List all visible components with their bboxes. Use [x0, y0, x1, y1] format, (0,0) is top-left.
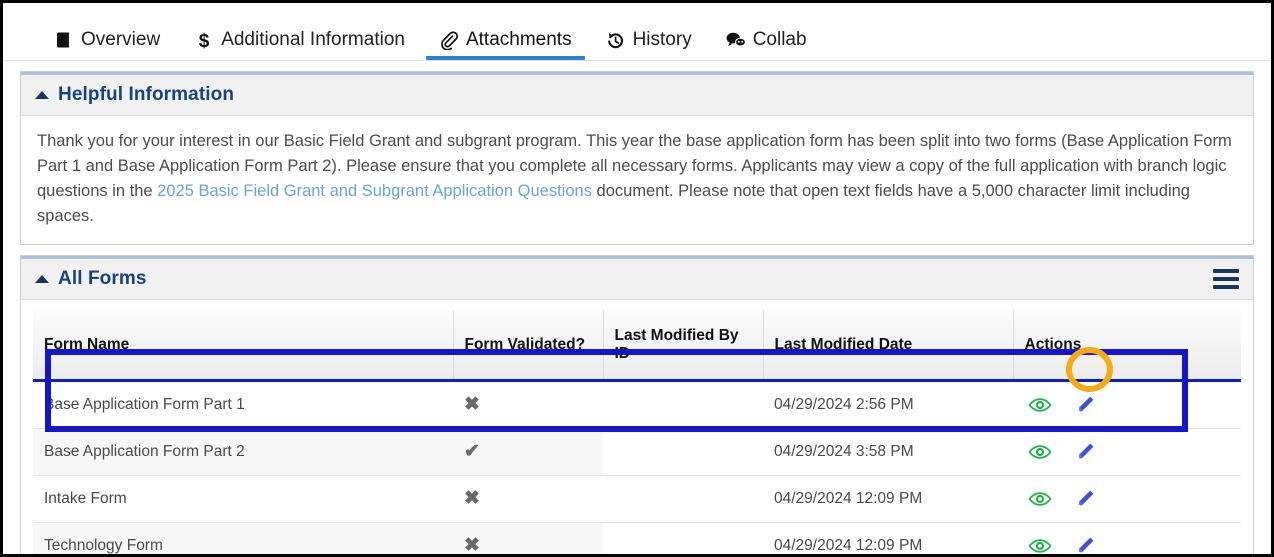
column-header-form-name[interactable]: Form Name [33, 310, 454, 382]
validated-check-icon: ✔ [464, 440, 480, 462]
pencil-icon[interactable] [1073, 440, 1097, 464]
clock-rewind-icon [606, 30, 626, 50]
helpful-information-panel: Helpful Information Thank you for your i… [20, 71, 1254, 246]
validated-cross-icon: ✖ [464, 534, 480, 556]
cell-form-name: Technology Form [33, 522, 453, 554]
eye-icon[interactable] [1028, 393, 1052, 417]
all-forms-table: Form Name Form Validated? Last Modified … [33, 310, 1241, 556]
column-header-form-validated[interactable]: Form Validated? [453, 310, 604, 382]
cell-last-modified-by-id [603, 428, 763, 476]
helpful-information-body: Thank you for your interest in our Basic… [21, 116, 1253, 245]
cell-form-name: Intake Form [33, 475, 453, 523]
column-header-last-modified-by-id[interactable]: Last Modified By ID [603, 310, 764, 382]
cell-form-validated: ✖ [453, 475, 603, 523]
cell-last-modified-by-id [603, 475, 763, 523]
column-header-last-modified-date[interactable]: Last Modified Date [763, 310, 1014, 382]
table-row[interactable]: Base Application Form Part 2 ✔ 04/29/202… [33, 428, 1241, 476]
pencil-icon[interactable] [1073, 487, 1097, 511]
application-questions-link[interactable]: 2025 Basic Field Grant and Subgrant Appl… [157, 182, 592, 200]
tab-collab[interactable]: Collab [709, 29, 824, 60]
cell-last-modified-date: 04/29/2024 3:58 PM [763, 428, 1013, 476]
table-header-row: Form Name Form Validated? Last Modified … [33, 310, 1241, 382]
chat-bubbles-icon [726, 30, 746, 50]
tab-history[interactable]: History [589, 29, 709, 60]
all-forms-panel: All Forms Form Name Form Validated? Last… [20, 255, 1254, 556]
cell-last-modified-date: 04/29/2024 12:09 PM [763, 475, 1013, 523]
collapse-caret-up-icon[interactable] [35, 91, 49, 99]
table-body: Base Application Form Part 1 ✖ 04/29/202… [33, 380, 1241, 556]
cell-form-validated: ✖ [453, 522, 603, 556]
cell-actions [1013, 522, 1241, 554]
eye-icon[interactable] [1028, 487, 1052, 511]
eye-icon[interactable] [1028, 440, 1052, 464]
eye-icon[interactable] [1028, 534, 1052, 554]
tab-additional-information[interactable]: $ Additional Information [177, 29, 422, 60]
cell-last-modified-by-id [603, 380, 763, 429]
pencil-icon[interactable] [1073, 534, 1097, 554]
tab-history-label: History [632, 29, 692, 50]
pencil-icon[interactable] [1073, 393, 1097, 417]
tab-attachments-label: Attachments [465, 29, 572, 50]
table-row[interactable]: Technology Form ✖ 04/29/2024 12:09 PM [33, 522, 1241, 556]
cell-actions [1013, 475, 1241, 523]
column-header-actions[interactable]: Actions [1013, 310, 1241, 382]
all-forms-header[interactable]: All Forms [21, 256, 1253, 301]
helpful-information-title: Helpful Information [58, 84, 235, 105]
tab-bar: Overview $ Additional Information Attach… [3, 3, 1271, 61]
cell-actions [1013, 428, 1241, 476]
hamburger-menu-icon[interactable] [1213, 269, 1239, 290]
cell-last-modified-date: 04/29/2024 2:56 PM [763, 380, 1013, 429]
cell-last-modified-by-id [603, 522, 763, 554]
cell-actions [1013, 380, 1241, 429]
cell-last-modified-date: 04/29/2024 12:09 PM [763, 522, 1013, 554]
book-icon [54, 30, 74, 50]
table-row[interactable]: Base Application Form Part 1 ✖ 04/29/202… [33, 380, 1241, 429]
all-forms-title: All Forms [58, 268, 147, 290]
tab-overview[interactable]: Overview [37, 29, 177, 60]
tab-attachments[interactable]: Attachments [422, 29, 589, 60]
tab-additional-information-label: Additional Information [221, 29, 405, 50]
table-row[interactable]: Intake Form ✖ 04/29/2024 12:09 PM [33, 475, 1241, 523]
cell-form-validated: ✖ [453, 380, 603, 429]
helpful-information-header[interactable]: Helpful Information [21, 72, 1253, 116]
cell-form-name: Base Application Form Part 1 [33, 380, 453, 429]
application-page: Overview $ Additional Information Attach… [0, 0, 1274, 557]
tab-overview-label: Overview [81, 29, 161, 50]
dollar-icon: $ [194, 30, 214, 50]
validated-cross-icon: ✖ [464, 487, 480, 509]
helpful-information-text: Thank you for your interest in our Basic… [37, 129, 1237, 229]
cell-form-name: Base Application Form Part 2 [33, 428, 453, 476]
all-forms-table-container: Form Name Form Validated? Last Modified … [21, 300, 1253, 556]
paperclip-icon [439, 30, 459, 50]
collapse-caret-up-icon[interactable] [35, 275, 49, 284]
svg-text:$: $ [199, 31, 210, 50]
table-header: Form Name Form Validated? Last Modified … [33, 310, 1241, 382]
validated-cross-icon: ✖ [464, 393, 480, 415]
tab-collab-label: Collab [752, 29, 807, 50]
cell-form-validated: ✔ [453, 428, 603, 476]
